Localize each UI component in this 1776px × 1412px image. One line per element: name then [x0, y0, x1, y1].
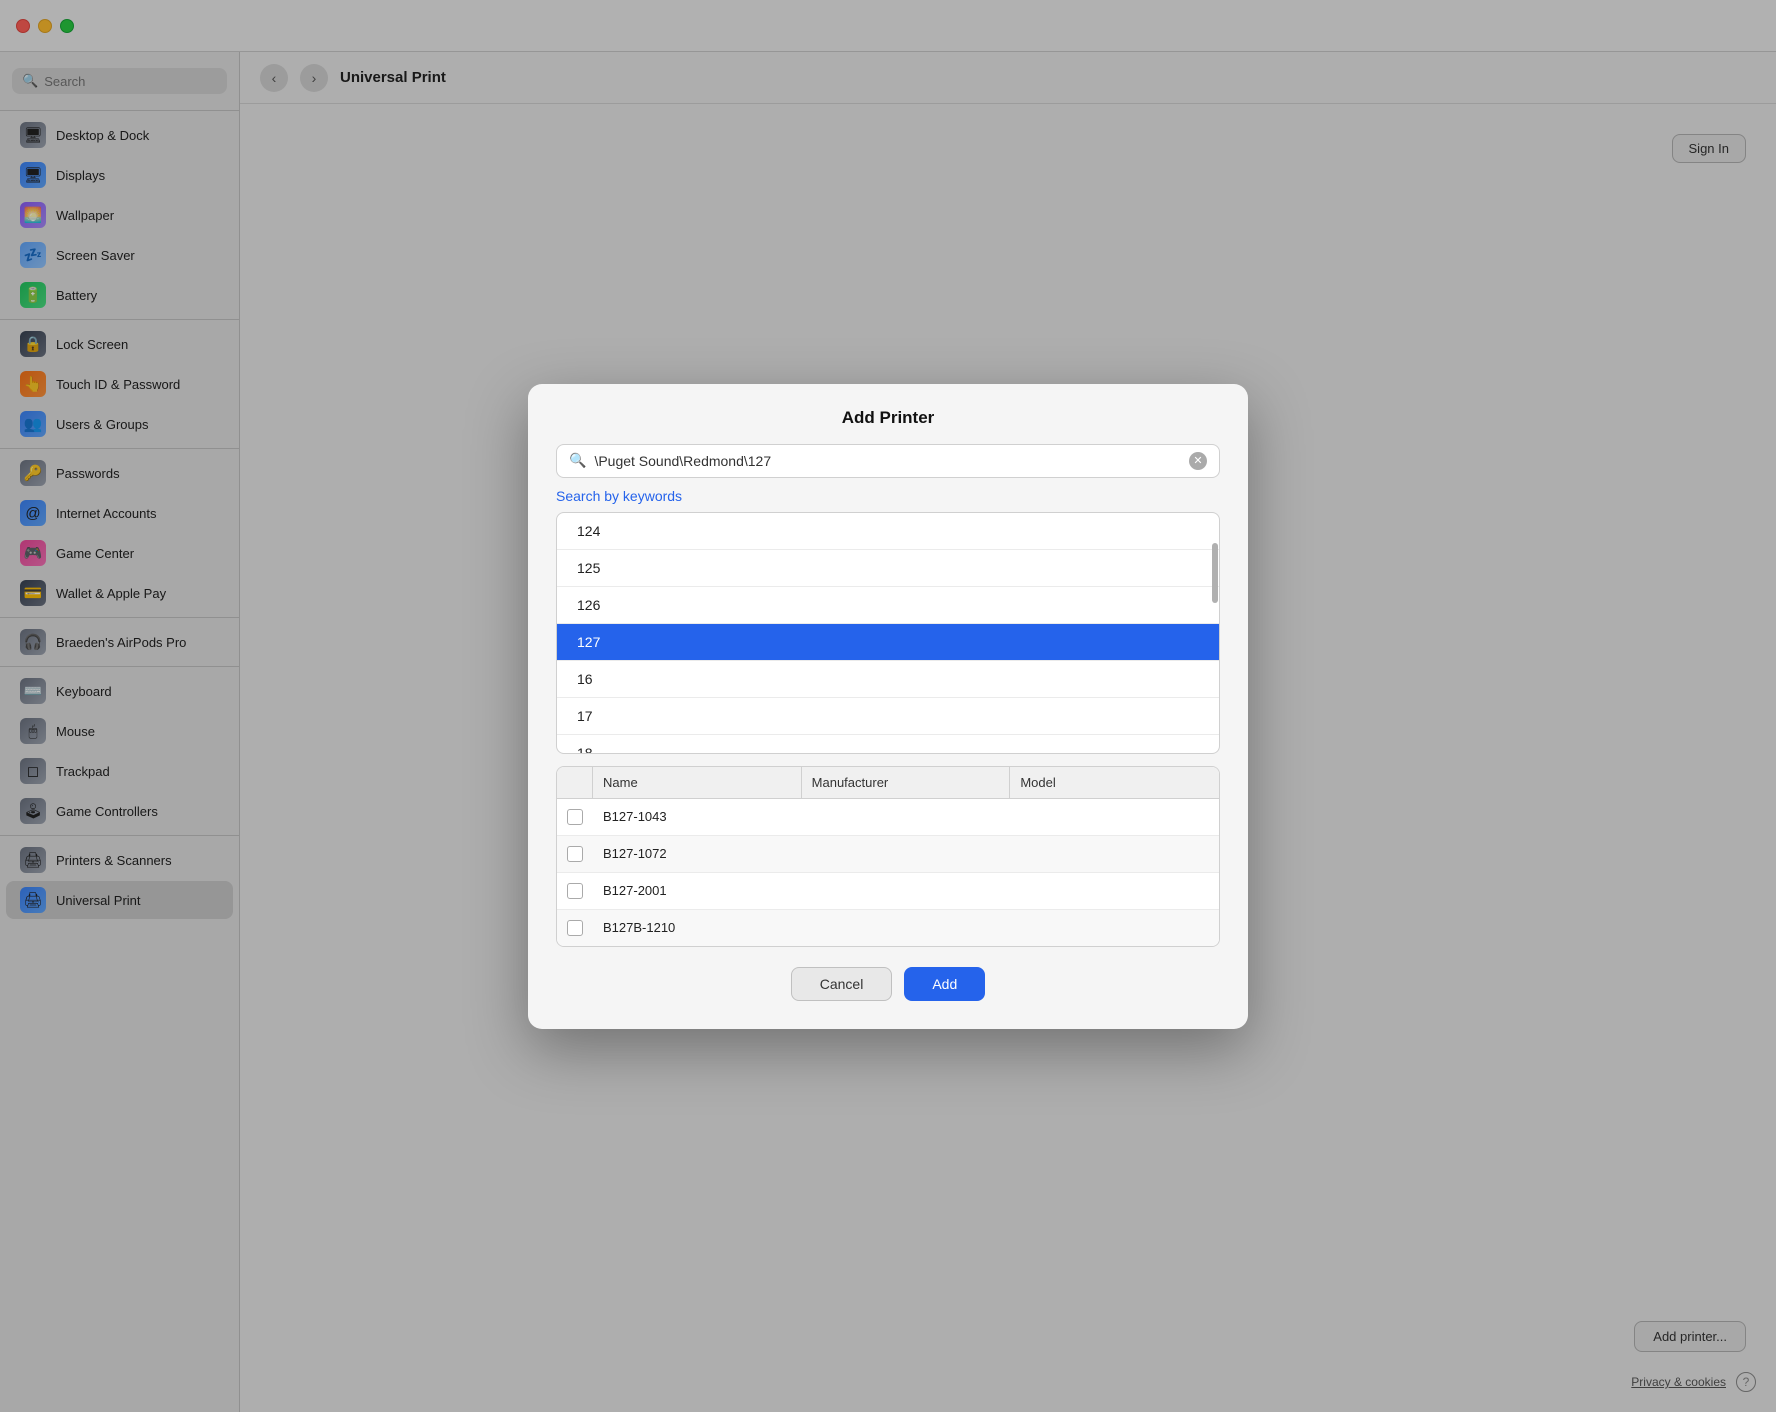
row-manufacturer	[802, 881, 1011, 901]
row-checkbox-cell	[557, 873, 593, 909]
modal-search-input[interactable]	[594, 453, 1181, 469]
table-row[interactable]: B127-2001	[557, 873, 1219, 910]
main-window: 🔍 🖥 Desktop & Dock 🖥 Displays 🌅 Wallpape…	[0, 0, 1776, 1412]
list-item[interactable]: 16	[557, 661, 1219, 698]
printer-list-scroll[interactable]: 124 125 126 127 16 17 18 20	[557, 513, 1219, 753]
modal-search-bar[interactable]: 🔍 ✕	[556, 444, 1220, 478]
row-manufacturer	[802, 918, 1011, 938]
table-row[interactable]: B127-1043	[557, 799, 1219, 836]
cancel-button[interactable]: Cancel	[791, 967, 893, 1001]
row-checkbox[interactable]	[567, 809, 583, 825]
table-row[interactable]: B127B-1210	[557, 910, 1219, 946]
add-button[interactable]: Add	[904, 967, 985, 1001]
results-table: Name Manufacturer Model B127-1043	[556, 766, 1220, 947]
printer-number-list: 124 125 126 127 16 17 18 20	[556, 512, 1220, 754]
modal-buttons: Cancel Add	[556, 967, 1220, 1001]
list-item-selected[interactable]: 127	[557, 624, 1219, 661]
row-name: B127-2001	[593, 873, 802, 908]
modal-search-icon: 🔍	[569, 452, 586, 469]
row-manufacturer	[802, 844, 1011, 864]
row-checkbox-cell	[557, 910, 593, 946]
row-model	[1010, 844, 1219, 864]
col-checkbox	[557, 767, 593, 798]
search-by-keywords-link[interactable]: Search by keywords	[556, 488, 1220, 504]
list-item[interactable]: 18	[557, 735, 1219, 753]
modal-overlay: Add Printer 🔍 ✕ Search by keywords 124 1…	[0, 0, 1776, 1412]
row-checkbox-cell	[557, 836, 593, 872]
table-header: Name Manufacturer Model	[557, 767, 1219, 799]
list-item[interactable]: 125	[557, 550, 1219, 587]
row-model	[1010, 918, 1219, 938]
row-manufacturer	[802, 807, 1011, 827]
col-name: Name	[593, 767, 802, 798]
clear-search-icon[interactable]: ✕	[1189, 452, 1207, 470]
row-name: B127-1072	[593, 836, 802, 871]
row-name: B127B-1210	[593, 910, 802, 945]
row-checkbox[interactable]	[567, 920, 583, 936]
row-name: B127-1043	[593, 799, 802, 834]
table-body: B127-1043 B127-1072	[557, 799, 1219, 946]
add-printer-modal: Add Printer 🔍 ✕ Search by keywords 124 1…	[528, 384, 1248, 1029]
col-manufacturer: Manufacturer	[802, 767, 1011, 798]
table-row[interactable]: B127-1072	[557, 836, 1219, 873]
col-model: Model	[1010, 767, 1219, 798]
list-item[interactable]: 126	[557, 587, 1219, 624]
list-item[interactable]: 124	[557, 513, 1219, 550]
row-checkbox[interactable]	[567, 846, 583, 862]
modal-title: Add Printer	[556, 408, 1220, 428]
row-checkbox-cell	[557, 799, 593, 835]
row-checkbox[interactable]	[567, 883, 583, 899]
list-item[interactable]: 17	[557, 698, 1219, 735]
row-model	[1010, 881, 1219, 901]
scrollbar-thumb[interactable]	[1212, 543, 1218, 603]
row-model	[1010, 807, 1219, 827]
